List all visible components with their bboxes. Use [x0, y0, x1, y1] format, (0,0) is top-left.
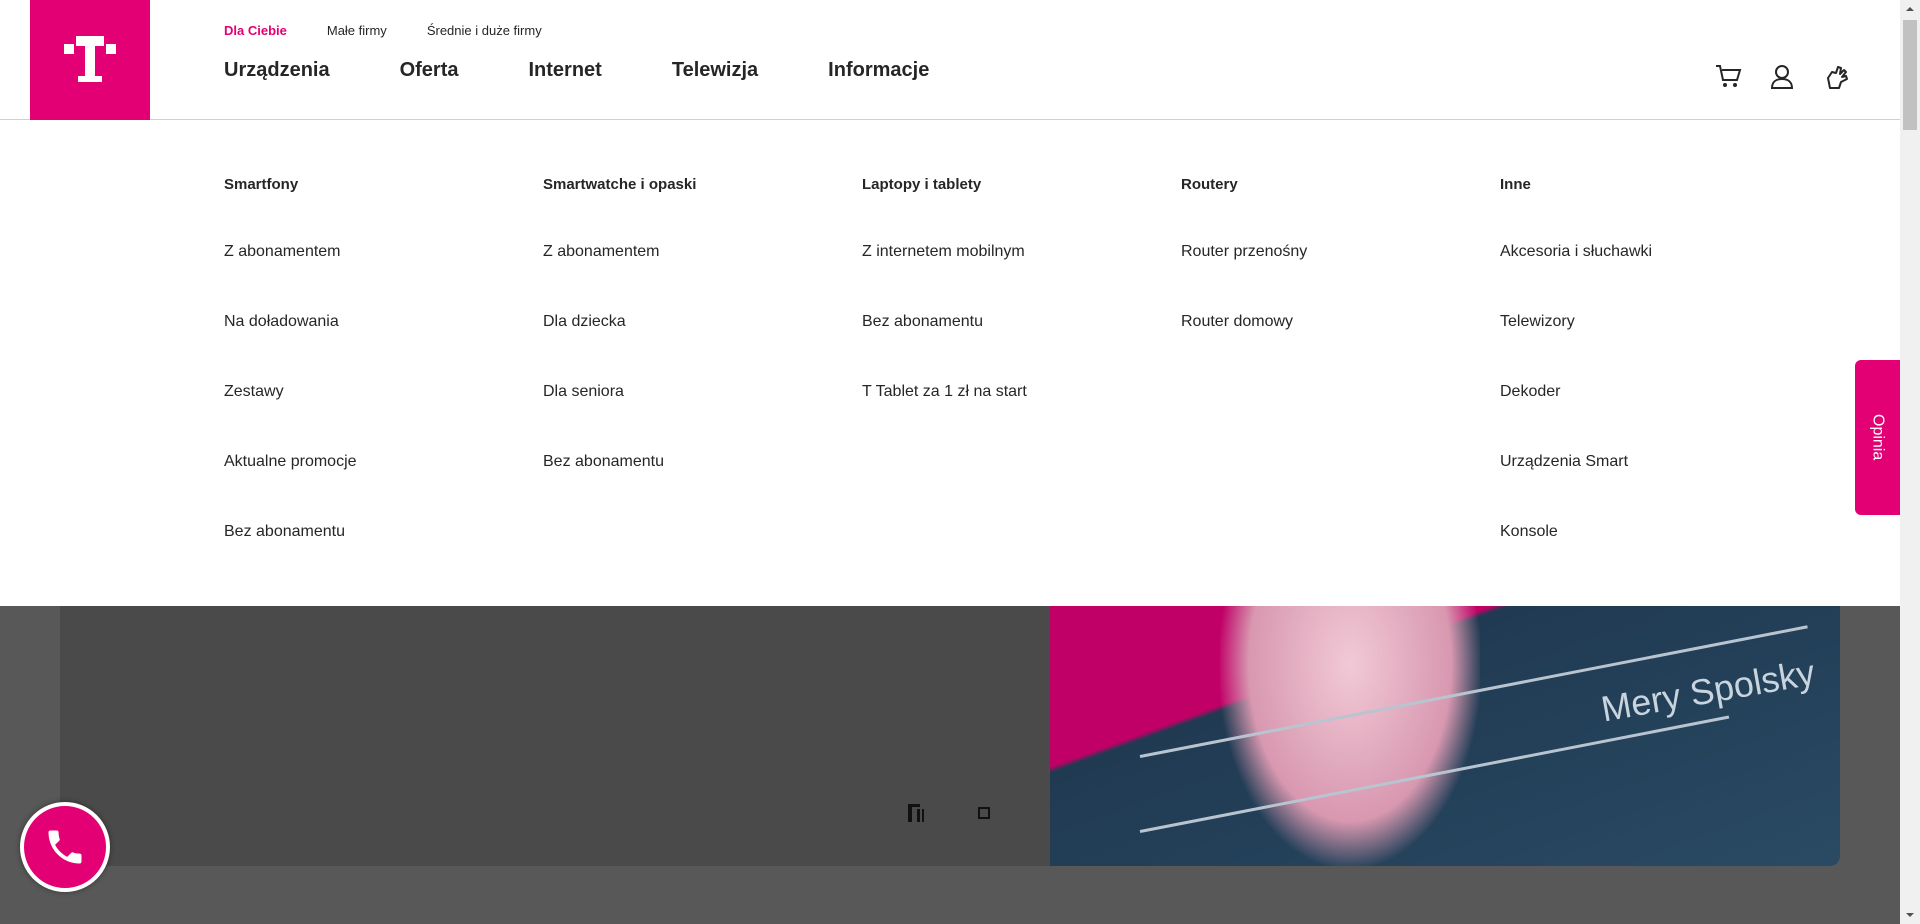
menu-item[interactable]: Aktualne promocje	[224, 444, 524, 480]
menu-item[interactable]: Z internetem mobilnym	[862, 234, 1162, 270]
menu-item[interactable]: Akcesoria i słuchawki	[1500, 234, 1800, 270]
menu-item[interactable]: Bez abonamentu	[862, 304, 1162, 340]
menu-item[interactable]: Zestawy	[224, 374, 524, 410]
feedback-tab[interactable]: Opinia	[1855, 360, 1900, 515]
nav-internet[interactable]: Internet	[529, 59, 602, 82]
menu-column-title[interactable]: Smartfony	[224, 176, 524, 200]
accessibility-button[interactable]	[1822, 62, 1850, 95]
phone-icon	[48, 830, 82, 864]
menu-item[interactable]: Konsole	[1500, 514, 1800, 550]
menu-item[interactable]: Bez abonamentu	[224, 514, 524, 550]
menu-column-title[interactable]: Laptopy i tablety	[862, 176, 1162, 200]
cart-icon	[1716, 65, 1742, 87]
nav-informacje[interactable]: Informacje	[828, 59, 929, 82]
menu-item[interactable]: Z abonamentem	[543, 234, 843, 270]
t-logo-icon	[64, 36, 116, 82]
sign-language-icon	[1827, 66, 1848, 89]
telekom-logo[interactable]	[30, 0, 150, 120]
hero-text-panel	[60, 606, 1050, 866]
main-nav: Urządzenia Oferta Internet Telewizja Inf…	[224, 59, 929, 82]
menu-item[interactable]: Na doładowania	[224, 304, 524, 340]
segment-srednie-duze-firmy[interactable]: Średnie i duże firmy	[427, 23, 542, 38]
menu-item[interactable]: Urządzenia Smart	[1500, 444, 1800, 480]
menu-item[interactable]: T Tablet za 1 zł na start	[862, 374, 1162, 410]
nav-oferta[interactable]: Oferta	[400, 59, 459, 82]
menu-item[interactable]: Router przenośny	[1181, 234, 1481, 270]
menu-column-smartfony: Smartfony Z abonamentem Na doładowania Z…	[224, 176, 524, 550]
stop-icon	[978, 807, 990, 819]
menu-item[interactable]: Dla dziecka	[543, 304, 843, 340]
call-button[interactable]	[20, 802, 110, 892]
nav-telewizja[interactable]: Telewizja	[672, 59, 758, 82]
segment-dla-ciebie[interactable]: Dla Ciebie	[224, 23, 287, 38]
menu-column-laptopy: Laptopy i tablety Z internetem mobilnym …	[862, 176, 1162, 410]
menu-item[interactable]: Dla seniora	[543, 374, 843, 410]
scroll-up-icon[interactable]	[1905, 4, 1915, 14]
scroll-thumb[interactable]	[1903, 20, 1917, 130]
user-icon	[1770, 65, 1794, 89]
menu-item[interactable]: Router domowy	[1181, 304, 1481, 340]
menu-column-routery: Routery Router przenośny Router domowy	[1181, 176, 1481, 340]
scroll-down-icon[interactable]	[1905, 910, 1915, 920]
menu-item[interactable]: Z abonamentem	[224, 234, 524, 270]
pause-icon	[908, 804, 924, 822]
header-actions	[1714, 62, 1850, 95]
nav-urzadzenia[interactable]: Urządzenia	[224, 59, 330, 82]
menu-column-title[interactable]: Smartwatche i opaski	[543, 176, 843, 200]
segment-male-firmy[interactable]: Małe firmy	[327, 23, 387, 38]
menu-column-title[interactable]: Routery	[1181, 176, 1481, 200]
menu-item[interactable]: Bez abonamentu	[543, 444, 843, 480]
menu-item[interactable]: Telewizory	[1500, 304, 1800, 340]
mega-menu-urzadzenia: Smartfony Z abonamentem Na doładowania Z…	[0, 120, 1900, 606]
carousel-stop-button[interactable]	[973, 802, 995, 829]
feedback-tab-label: Opinia	[1869, 414, 1887, 461]
cart-button[interactable]	[1714, 62, 1742, 95]
menu-column-smartwatche: Smartwatche i opaski Z abonamentem Dla d…	[543, 176, 843, 480]
carousel-pause-button[interactable]	[905, 802, 927, 829]
account-button[interactable]	[1768, 62, 1796, 95]
menu-item[interactable]: Dekoder	[1500, 374, 1800, 410]
menu-column-title[interactable]: Inne	[1500, 176, 1800, 200]
segment-switcher: Dla Ciebie Małe firmy Średnie i duże fir…	[224, 23, 542, 38]
page-scrollbar[interactable]	[1900, 0, 1920, 924]
site-header: Dla Ciebie Małe firmy Średnie i duże fir…	[0, 0, 1900, 120]
carousel-controls	[905, 802, 995, 829]
menu-column-inne: Inne Akcesoria i słuchawki Telewizory De…	[1500, 176, 1800, 550]
